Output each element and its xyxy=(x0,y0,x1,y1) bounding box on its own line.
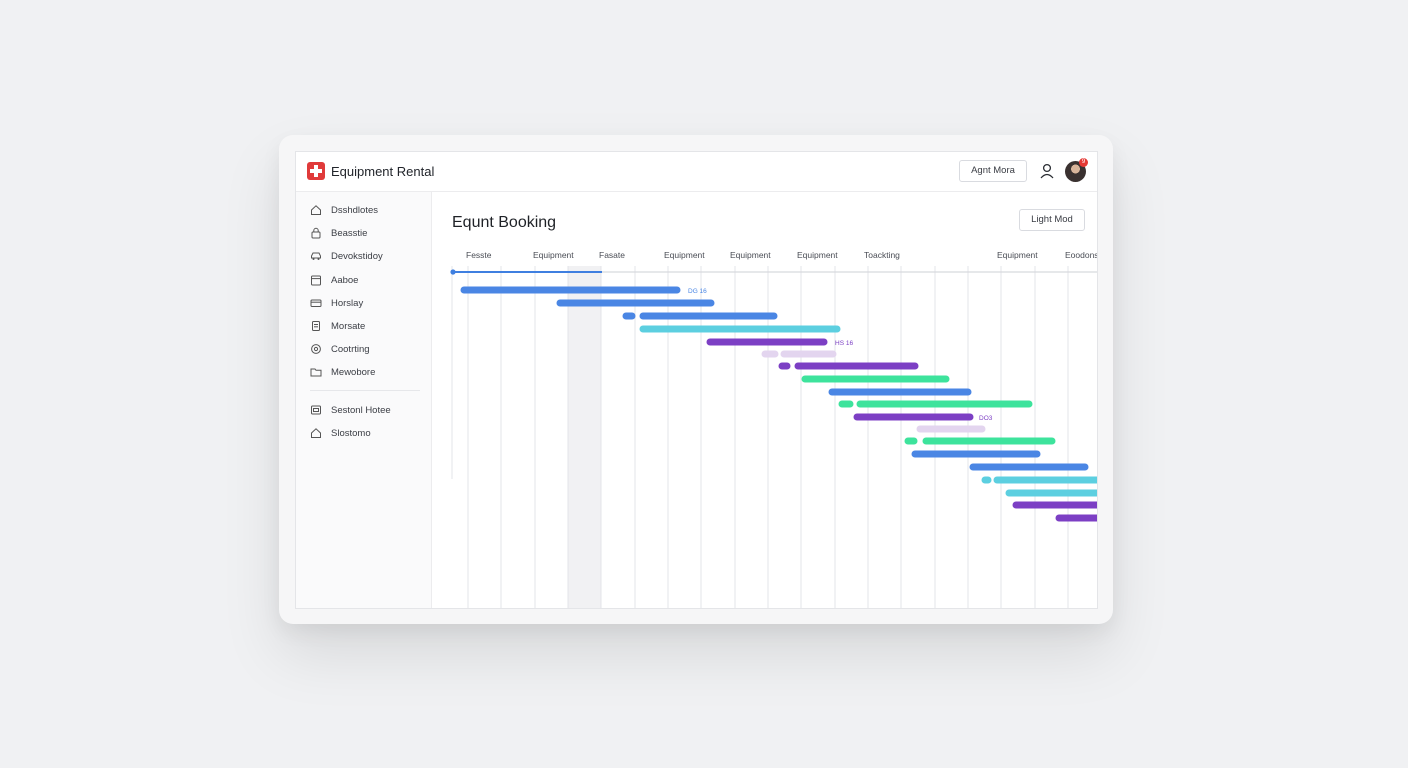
car-icon xyxy=(311,252,321,260)
gantt-column-label: Fasate xyxy=(599,250,625,260)
app-title: Equipment Rental xyxy=(331,164,435,179)
folder-icon xyxy=(310,368,322,377)
settings-icon xyxy=(311,405,321,415)
lock-icon xyxy=(311,227,321,239)
gantt-column-label: Eoodons xyxy=(1065,250,1098,260)
gantt-column-label: Equipment xyxy=(730,250,771,260)
gantt-bar-label: DO3 xyxy=(979,415,993,422)
sidebar-footer-item-1[interactable]: Slostomo xyxy=(310,425,371,441)
gantt-chart: Fesste Equipment Fasate Equipment Equipment E… xyxy=(450,250,1098,608)
notification-badge: 9 xyxy=(1079,158,1088,167)
gantt-column-label: Equipment xyxy=(797,250,838,260)
sidebar-item-label: Dsshdlotes xyxy=(331,204,378,216)
document-icon xyxy=(312,321,320,331)
sidebar-item-7[interactable]: Mewobore xyxy=(310,364,375,380)
card-icon xyxy=(310,299,322,307)
sidebar-item-label: Sestonl Hotee xyxy=(331,404,391,416)
sidebar-item-label: Mewobore xyxy=(331,366,376,378)
logo-icon xyxy=(307,162,325,180)
sidebar: Dsshdlotes Beasstie Devokstidoy Aaboe Ho… xyxy=(296,192,432,608)
sidebar-item-label: Horslay xyxy=(331,297,364,309)
sidebar-item-4[interactable]: Horslay xyxy=(310,295,363,311)
sidebar-item-label: Aaboe xyxy=(331,274,359,286)
gantt-progress-dot xyxy=(450,269,456,275)
main-panel: Equnt Booking Light Mod Fesste Equipment F… xyxy=(432,192,1098,608)
sidebar-item-label: Slostomo xyxy=(331,427,371,439)
sidebar-item-label: Cootrting xyxy=(331,343,370,355)
sidebar-item-label: Morsate xyxy=(331,320,366,332)
app-window: Equipment Rental Agnt Mora 9 Dsshdlotes … xyxy=(295,151,1098,609)
gantt-bar-label: HS 16 xyxy=(835,340,853,347)
gantt-column-label: Toackting xyxy=(864,250,900,260)
home-icon xyxy=(311,428,321,438)
calendar-icon xyxy=(311,275,321,286)
user-icon[interactable] xyxy=(1040,163,1054,179)
agent-mode-button[interactable]: Agnt Mora xyxy=(959,160,1027,182)
gantt-column-label: Equipment xyxy=(664,250,705,260)
sidebar-item-0[interactable]: Dsshdlotes xyxy=(310,202,378,218)
gantt-column-label: Equipment xyxy=(997,250,1038,260)
sidebar-item-2[interactable]: Devokstidoy xyxy=(310,248,383,264)
gantt-bar-label: SS 16 xyxy=(1010,402,1028,409)
gantt-highlight-column xyxy=(568,266,601,608)
gantt-column-label: Fesste xyxy=(466,250,492,260)
sidebar-item-label: Beasstie xyxy=(331,227,368,239)
gantt-column-label: Equipment xyxy=(533,250,574,260)
gantt-bar-label: DG 16 xyxy=(688,288,707,295)
sidebar-item-3[interactable]: Aaboe xyxy=(310,272,358,288)
sidebar-item-1[interactable]: Beasstie xyxy=(310,225,367,241)
sidebar-item-5[interactable]: Morsate xyxy=(310,318,365,334)
home-icon xyxy=(311,205,321,215)
top-bar: Equipment Rental Agnt Mora 9 xyxy=(296,152,1097,192)
sidebar-footer-item-0[interactable]: Sestonl Hotee xyxy=(310,402,391,418)
circle-icon xyxy=(311,344,321,354)
sidebar-divider xyxy=(310,390,420,391)
sidebar-item-label: Devokstidoy xyxy=(331,250,383,262)
sidebar-item-6[interactable]: Cootrting xyxy=(310,341,370,357)
